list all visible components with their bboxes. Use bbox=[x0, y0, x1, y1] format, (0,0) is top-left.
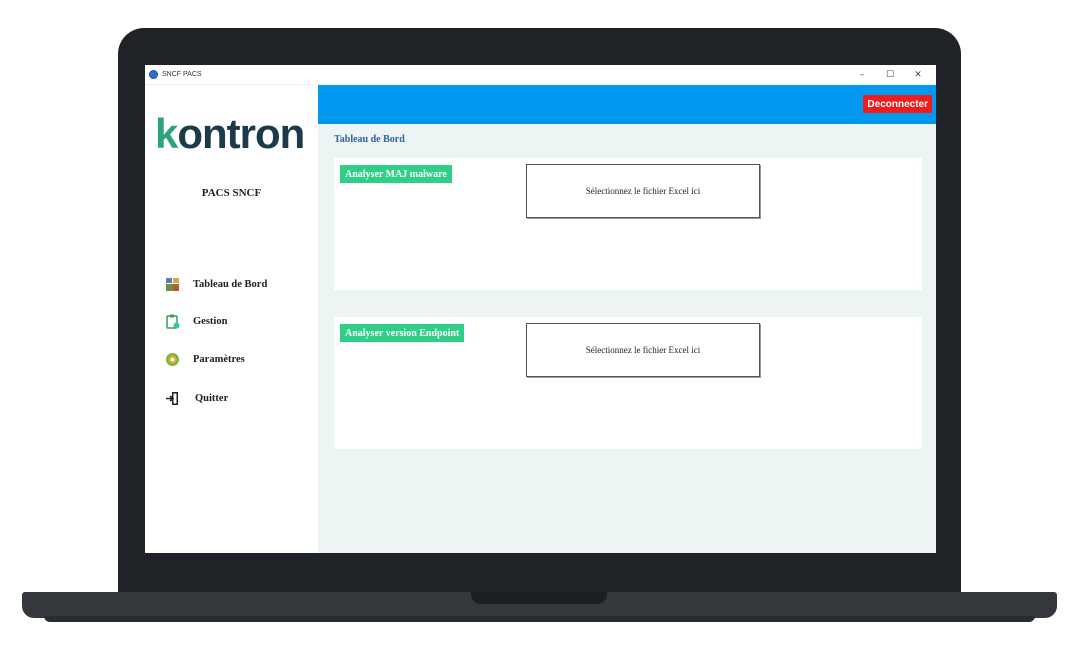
file-select-box[interactable]: Sélectionnez le fichier Excel ici bbox=[526, 323, 760, 377]
card-malware-analysis: Analyser MAJ malware Sélectionnez le fic… bbox=[334, 158, 922, 290]
clipboard-icon bbox=[165, 314, 180, 329]
minimize-button[interactable]: – bbox=[848, 65, 876, 85]
window-title: SNCF PACS bbox=[162, 71, 202, 78]
analyze-endpoint-button[interactable]: Analyser version Endpoint bbox=[340, 324, 465, 342]
kontron-logo: kontron bbox=[155, 110, 305, 157]
gear-icon bbox=[165, 352, 180, 367]
analyze-malware-button[interactable]: Analyser MAJ malware bbox=[340, 165, 452, 183]
sidebar-item-gestion[interactable]: Gestion bbox=[165, 314, 227, 329]
sidebar-item-label: Tableau de Bord bbox=[193, 279, 268, 290]
page-title: Tableau de Bord bbox=[334, 134, 405, 145]
app-icon bbox=[149, 70, 158, 79]
sidebar-item-parametres[interactable]: Paramètres bbox=[165, 352, 245, 367]
sidebar: kontron PACS SNCF Tableau de Bord Gestio… bbox=[145, 85, 318, 553]
window-controls: – ☐ ✕ bbox=[848, 65, 932, 85]
sidebar-item-label: Paramètres bbox=[193, 354, 245, 365]
logout-button[interactable]: Deconnecter bbox=[863, 95, 932, 113]
card-endpoint-analysis: Analyser version Endpoint Sélectionnez l… bbox=[334, 317, 922, 449]
maximize-button[interactable]: ☐ bbox=[876, 65, 904, 85]
exit-icon bbox=[165, 391, 180, 406]
sidebar-item-tableau-de-bord[interactable]: Tableau de Bord bbox=[165, 277, 267, 292]
sidebar-item-quitter[interactable]: Quitter bbox=[165, 391, 228, 406]
sidebar-item-label: Quitter bbox=[195, 393, 229, 404]
main-content: Tableau de Bord Analyser MAJ malware Sél… bbox=[318, 124, 936, 553]
sidebar-item-label: Gestion bbox=[193, 316, 228, 327]
window-titlebar: SNCF PACS – ☐ ✕ bbox=[145, 65, 936, 85]
close-button[interactable]: ✕ bbox=[904, 65, 932, 85]
laptop-base-shadow bbox=[44, 616, 1035, 622]
app-name: PACS SNCF bbox=[201, 187, 262, 199]
dashboard-icon bbox=[165, 277, 180, 292]
top-bar: Deconnecter bbox=[318, 85, 936, 124]
laptop-notch bbox=[471, 592, 607, 604]
app-window: SNCF PACS – ☐ ✕ kontron PACS SNCF Tablea… bbox=[145, 65, 936, 553]
file-select-box[interactable]: Sélectionnez le fichier Excel ici bbox=[526, 164, 760, 218]
